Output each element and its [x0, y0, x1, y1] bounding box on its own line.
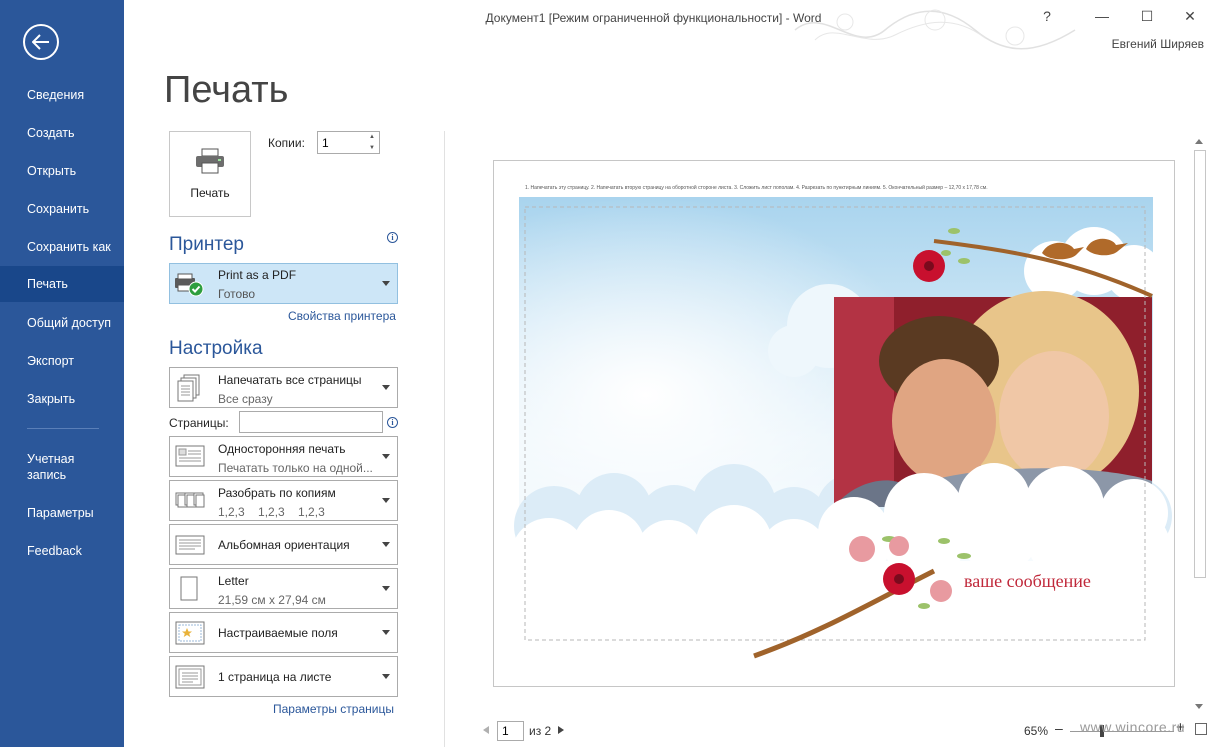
page-title: Печать [164, 69, 289, 111]
next-page-icon[interactable] [558, 726, 564, 734]
sidebar-item-feedback[interactable]: Feedback [0, 533, 124, 569]
scroll-up-icon[interactable] [1195, 139, 1203, 144]
print-range-title: Напечатать все страницы [218, 373, 362, 387]
pages-label: Страницы: [169, 416, 229, 430]
sidebar-item-open[interactable]: Открыть [0, 153, 124, 189]
settings-section-title: Настройка [169, 338, 263, 359]
sidebar-item-info[interactable]: Сведения [0, 77, 124, 113]
print-range-subtitle: Все сразу [218, 392, 273, 406]
back-arrow-button[interactable] [23, 24, 59, 60]
copies-up-icon[interactable]: ▲ [365, 132, 379, 143]
sidebar-item-new[interactable]: Создать [0, 115, 124, 151]
chevron-down-icon [382, 542, 390, 547]
close-button[interactable]: ✕ [1177, 6, 1203, 26]
chevron-down-icon [382, 586, 390, 591]
collate-icon [175, 492, 205, 508]
pages-input[interactable] [240, 412, 382, 432]
zoom-percent[interactable]: 65% [1024, 724, 1048, 738]
preview-scrollbar[interactable] [1192, 134, 1208, 714]
pages-field[interactable] [239, 411, 383, 433]
collate-title: Разобрать по копиям [218, 486, 336, 500]
backstage-sidebar: Сведения Создать Открыть Сохранить Сохра… [0, 0, 124, 747]
printer-properties-link[interactable]: Свойства принтера [288, 309, 396, 323]
page-number-input[interactable] [498, 722, 523, 740]
card-artwork [511, 197, 1172, 659]
sidebar-item-share[interactable]: Общий доступ [0, 305, 124, 341]
printer-icon [196, 148, 224, 174]
zoom-to-page-icon[interactable] [1195, 723, 1207, 735]
print-preview-page: 1. Напечатать эту страницу. 2. Напечатат… [493, 160, 1175, 687]
collate-select[interactable]: Разобрать по копиям 1,2,3 1,2,3 1,2,3 [169, 480, 398, 521]
sidebar-item-print[interactable]: Печать [0, 266, 124, 302]
print-button[interactable]: Печать [169, 131, 251, 217]
watermark-text: www.wincore.ru [1080, 719, 1186, 735]
copies-input[interactable] [318, 132, 362, 153]
pages-stack-icon [177, 374, 200, 402]
paper-size-select[interactable]: Letter 21,59 см x 27,94 см [169, 568, 398, 609]
zoom-out-button[interactable]: – [1055, 720, 1063, 736]
sides-subtitle: Печатать только на одной... [218, 461, 373, 475]
landscape-orientation-icon [175, 535, 205, 555]
printer-name: Print as a PDF [218, 268, 297, 282]
panel-divider [444, 131, 445, 747]
margins-select[interactable]: Настраиваемые поля [169, 612, 398, 653]
pages-per-sheet-select[interactable]: 1 страница на листе [169, 656, 398, 697]
scroll-down-icon[interactable] [1195, 704, 1203, 709]
orientation-title: Альбомная ориентация [218, 538, 350, 552]
copies-label: Копии: [268, 136, 305, 150]
pages-per-sheet-title: 1 страница на листе [218, 670, 332, 684]
sidebar-item-export[interactable]: Экспорт [0, 343, 124, 379]
paper-size-subtitle: 21,59 см x 27,94 см [218, 593, 326, 607]
chevron-down-icon [382, 454, 390, 459]
collate-subtitle: 1,2,3 1,2,3 1,2,3 [218, 505, 325, 519]
user-account-name[interactable]: Евгений Ширяев [1112, 37, 1204, 51]
copies-down-icon[interactable]: ▼ [365, 143, 379, 154]
sides-select[interactable]: Односторонняя печать Печатать только на … [169, 436, 398, 477]
printer-status: Готово [218, 287, 256, 301]
help-button[interactable]: ? [1034, 6, 1060, 26]
page-setup-link[interactable]: Параметры страницы [273, 702, 394, 716]
sidebar-item-save[interactable]: Сохранить [0, 191, 124, 227]
printer-section-title: Принтер [169, 234, 244, 255]
margins-title: Настраиваемые поля [218, 626, 338, 640]
chevron-down-icon [382, 385, 390, 390]
chevron-down-icon [382, 281, 390, 286]
sidebar-item-options[interactable]: Параметры [0, 495, 124, 531]
minimize-button[interactable]: — [1089, 6, 1115, 26]
print-range-select[interactable]: Напечатать все страницы Все сразу [169, 367, 398, 408]
chevron-down-icon [382, 674, 390, 679]
printer-select[interactable]: Print as a PDF Готово [169, 263, 398, 304]
back-arrow-icon [32, 34, 49, 50]
printer-info-icon[interactable]: i [387, 232, 398, 243]
sidebar-item-close[interactable]: Закрыть [0, 381, 124, 417]
sidebar-item-account[interactable]: Учетная запись [0, 447, 124, 487]
pages-per-sheet-icon [175, 665, 205, 689]
pdf-printer-icon [175, 273, 204, 297]
previous-page-icon[interactable] [483, 726, 489, 734]
sides-title: Односторонняя печать [218, 442, 346, 456]
sidebar-divider [27, 428, 99, 429]
single-sided-icon [175, 445, 205, 467]
page-number-field[interactable] [497, 721, 524, 741]
sidebar-item-save-as[interactable]: Сохранить как [0, 229, 124, 265]
paper-size-icon [180, 576, 198, 601]
page-count-label: из 2 [529, 724, 552, 738]
paper-size-title: Letter [218, 574, 249, 588]
pages-info-icon[interactable]: i [387, 417, 398, 428]
title-bar: Документ1 [Режим ограниченной функционал… [124, 0, 1215, 50]
card-message-text: ваше сообщение [964, 571, 1091, 591]
copies-stepper[interactable]: ▲ ▼ [317, 131, 380, 154]
chevron-down-icon [382, 498, 390, 503]
maximize-button[interactable]: ☐ [1134, 6, 1160, 26]
custom-margins-icon [175, 621, 205, 645]
orientation-select[interactable]: Альбомная ориентация [169, 524, 398, 565]
card-message: ваше сообщение [964, 571, 1091, 592]
scroll-thumb[interactable] [1194, 150, 1206, 578]
print-button-label: Печать [190, 186, 230, 200]
chevron-down-icon [382, 630, 390, 635]
